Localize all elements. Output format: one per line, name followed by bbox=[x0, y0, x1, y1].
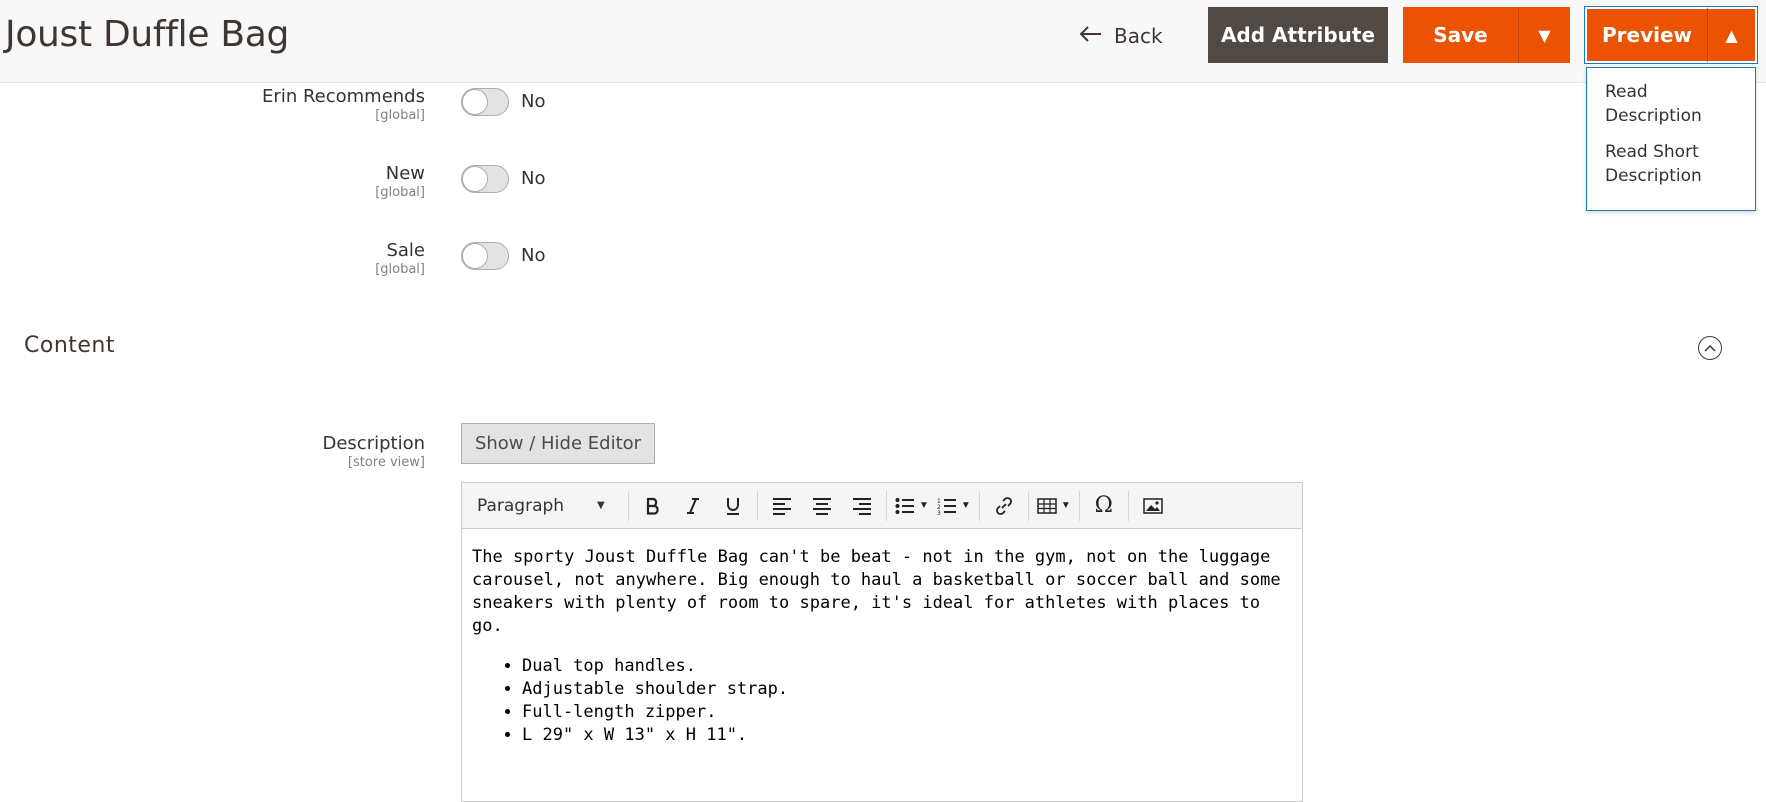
numbered-list-icon[interactable]: 123 ▼ bbox=[933, 489, 975, 523]
align-left-icon[interactable] bbox=[762, 489, 802, 523]
switch-knob bbox=[462, 243, 488, 269]
menu-item-label: Read Short bbox=[1605, 142, 1699, 162]
align-right-icon[interactable] bbox=[842, 489, 882, 523]
add-attribute-button[interactable]: Add Attribute bbox=[1208, 7, 1388, 63]
switch-value: No bbox=[521, 245, 546, 266]
align-center-icon[interactable] bbox=[802, 489, 842, 523]
arrow-left-icon bbox=[1079, 25, 1102, 47]
field-sale: Sale [global] No bbox=[0, 240, 1766, 290]
italic-icon[interactable] bbox=[673, 489, 713, 523]
list-item: Adjustable shoulder strap. bbox=[522, 678, 1292, 701]
save-button[interactable]: Save bbox=[1403, 7, 1518, 63]
show-hide-editor-button[interactable]: Show / Hide Editor bbox=[461, 423, 655, 464]
caret-down-icon: ▼ bbox=[919, 500, 929, 511]
back-button[interactable]: Back bbox=[1079, 18, 1163, 54]
toolbar-divider bbox=[978, 490, 980, 521]
preview-split-button: Preview ▲ bbox=[1584, 6, 1758, 64]
switch-value: No bbox=[521, 168, 546, 189]
editor-content[interactable]: The sporty Joust Duffle Bag can't be bea… bbox=[472, 546, 1292, 747]
underline-icon[interactable] bbox=[713, 489, 753, 523]
preview-button[interactable]: Preview bbox=[1585, 7, 1707, 63]
list-item: L 29" x W 13" x H 11". bbox=[522, 724, 1292, 747]
field-label: Sale [global] bbox=[375, 240, 425, 277]
switch-value: No bbox=[521, 91, 546, 112]
page-title: Joust Duffle Bag bbox=[5, 14, 290, 55]
field-scope: [global] bbox=[375, 262, 425, 277]
caret-down-icon: ▼ bbox=[960, 500, 971, 511]
list-item: Dual top handles. bbox=[522, 655, 1292, 678]
field-new: New [global] No bbox=[0, 163, 1766, 213]
caret-down-icon: ▼ bbox=[597, 500, 605, 511]
field-scope: [global] bbox=[375, 185, 425, 200]
caret-down-icon: ▼ bbox=[1538, 25, 1551, 45]
content-section-title[interactable]: Content bbox=[24, 333, 115, 358]
switch-knob bbox=[462, 166, 488, 192]
bold-icon[interactable] bbox=[633, 489, 673, 523]
bullet-list-icon[interactable]: ▼ bbox=[891, 489, 933, 523]
wysiwyg-editor: Paragraph ▼ ▼ 123 ▼ ▼ Ω The sporty Joust… bbox=[461, 482, 1303, 802]
field-scope: [global] bbox=[375, 108, 425, 123]
toolbar-divider bbox=[1127, 490, 1129, 521]
field-scope: [store view] bbox=[347, 455, 425, 470]
format-select[interactable]: Paragraph ▼ bbox=[462, 483, 624, 529]
save-options-toggle[interactable]: ▼ bbox=[1518, 7, 1570, 63]
special-character-icon[interactable]: Ω bbox=[1084, 489, 1124, 523]
sale-switch[interactable] bbox=[461, 242, 509, 270]
new-switch[interactable] bbox=[461, 165, 509, 193]
field-description: Description [store view] bbox=[0, 433, 1766, 483]
save-split-button: Save ▼ bbox=[1403, 7, 1570, 63]
link-icon[interactable] bbox=[984, 489, 1024, 523]
field-erin-recommends: Erin Recommends [global] No bbox=[0, 86, 1766, 136]
collapse-up-icon[interactable] bbox=[1698, 336, 1722, 360]
toolbar-divider bbox=[1027, 490, 1029, 521]
back-label: Back bbox=[1114, 24, 1163, 48]
field-label: New [global] bbox=[375, 163, 425, 200]
toolbar-divider bbox=[757, 490, 758, 521]
format-select-value: Paragraph bbox=[477, 495, 565, 516]
insert-image-icon[interactable] bbox=[1133, 489, 1173, 523]
erin-recommends-switch[interactable] bbox=[461, 88, 509, 116]
svg-text:3: 3 bbox=[937, 510, 941, 515]
page-header: Joust Duffle Bag Back Add Attribute Save… bbox=[0, 0, 1766, 83]
switch-knob bbox=[462, 89, 488, 115]
table-icon[interactable]: ▼ bbox=[1033, 489, 1075, 523]
field-label-text: Description bbox=[322, 433, 425, 454]
caret-down-icon: ▼ bbox=[1060, 500, 1071, 511]
list-item: Full-length zipper. bbox=[522, 701, 1292, 724]
toolbar-divider bbox=[628, 490, 629, 521]
toolbar-divider bbox=[1078, 490, 1080, 521]
field-label-text: New bbox=[385, 163, 425, 184]
feature-list: Dual top handles. Adjustable shoulder st… bbox=[522, 655, 1292, 747]
field-label-text: Erin Recommends bbox=[262, 86, 425, 107]
toolbar-divider bbox=[886, 490, 887, 521]
description-paragraph: The sporty Joust Duffle Bag can't be bea… bbox=[472, 547, 1281, 636]
preview-options-toggle[interactable]: ▲ bbox=[1707, 7, 1757, 63]
field-label: Description [store view] bbox=[322, 433, 425, 470]
field-label: Erin Recommends [global] bbox=[262, 86, 425, 123]
field-label-text: Sale bbox=[386, 240, 425, 261]
editor-toolbar: Paragraph ▼ ▼ 123 ▼ ▼ Ω bbox=[462, 483, 1302, 529]
caret-up-icon: ▲ bbox=[1725, 25, 1738, 45]
